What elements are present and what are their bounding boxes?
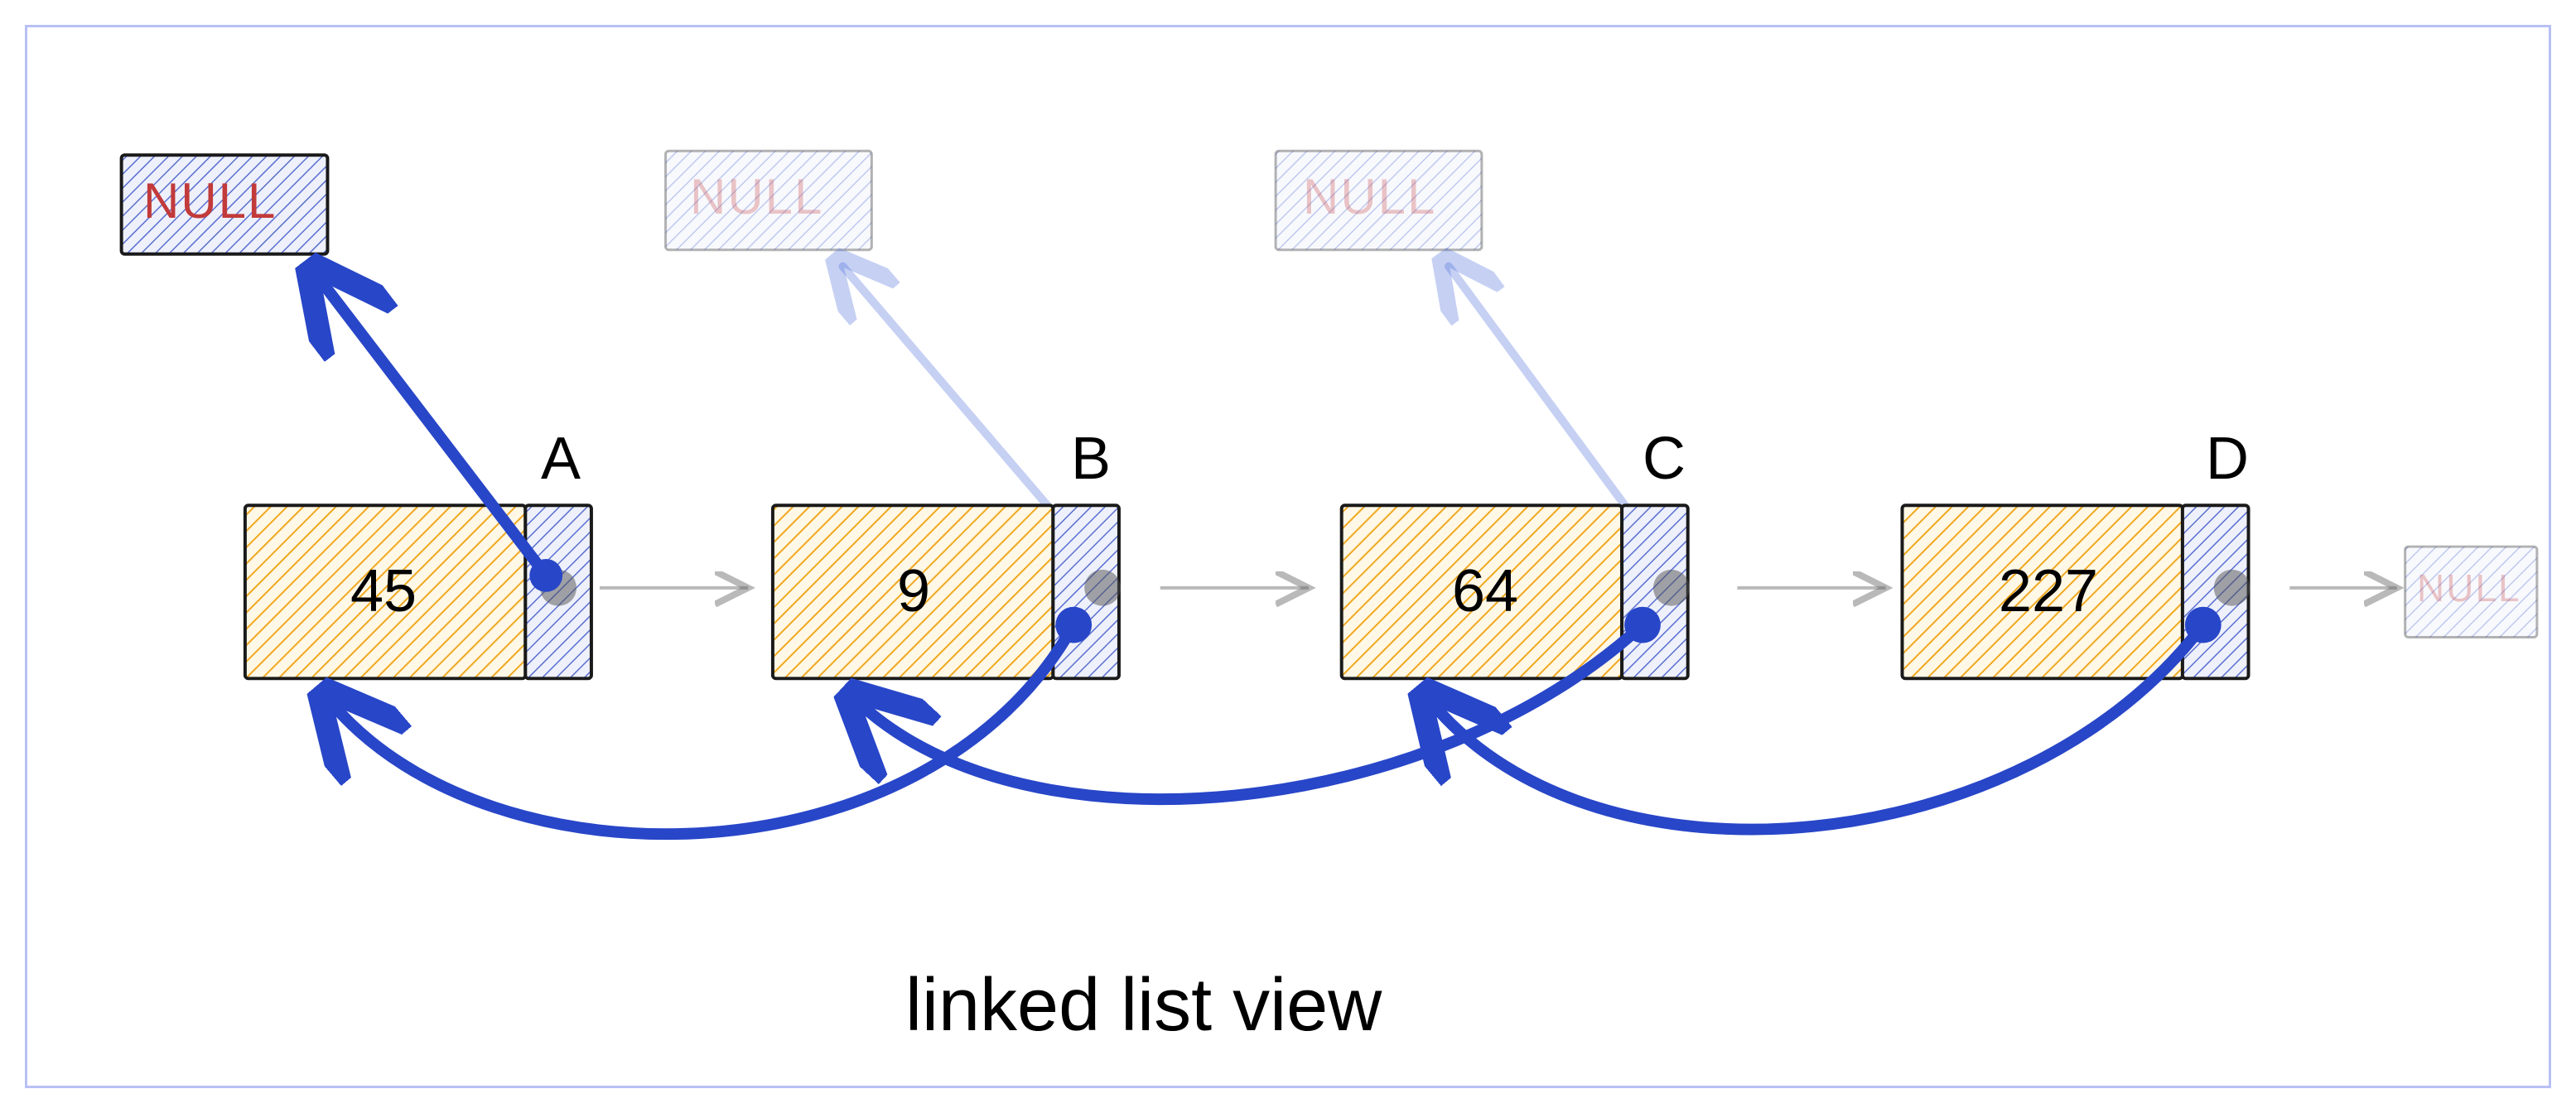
node-label-d: D <box>2206 425 2249 493</box>
null-label-trailing: NULL <box>2417 566 2521 610</box>
null-label-c: NULL <box>1303 168 1436 225</box>
node-value-c: 64 <box>1344 557 1626 625</box>
pointer-dot-b <box>1055 607 1092 643</box>
pointer-dot-a <box>529 559 562 592</box>
node-value-a: 45 <box>243 557 524 625</box>
null-label-a: NULL <box>143 172 277 229</box>
pointer-dot-c <box>1624 607 1661 643</box>
node-label-c: C <box>1643 425 1686 493</box>
node-value-b: 9 <box>773 557 1054 625</box>
node-label-b: B <box>1071 425 1111 493</box>
pointer-dot-d <box>2185 607 2221 643</box>
diagram-caption: linked list view <box>905 963 1382 1048</box>
null-label-b: NULL <box>690 168 823 225</box>
diagram-frame: NULL NULL NULL NULL A B C D 45 9 64 227 … <box>25 25 2551 1088</box>
node-label-a: A <box>541 425 581 493</box>
diagram-svg <box>27 27 2549 1086</box>
node-value-d: 227 <box>1908 557 2189 625</box>
